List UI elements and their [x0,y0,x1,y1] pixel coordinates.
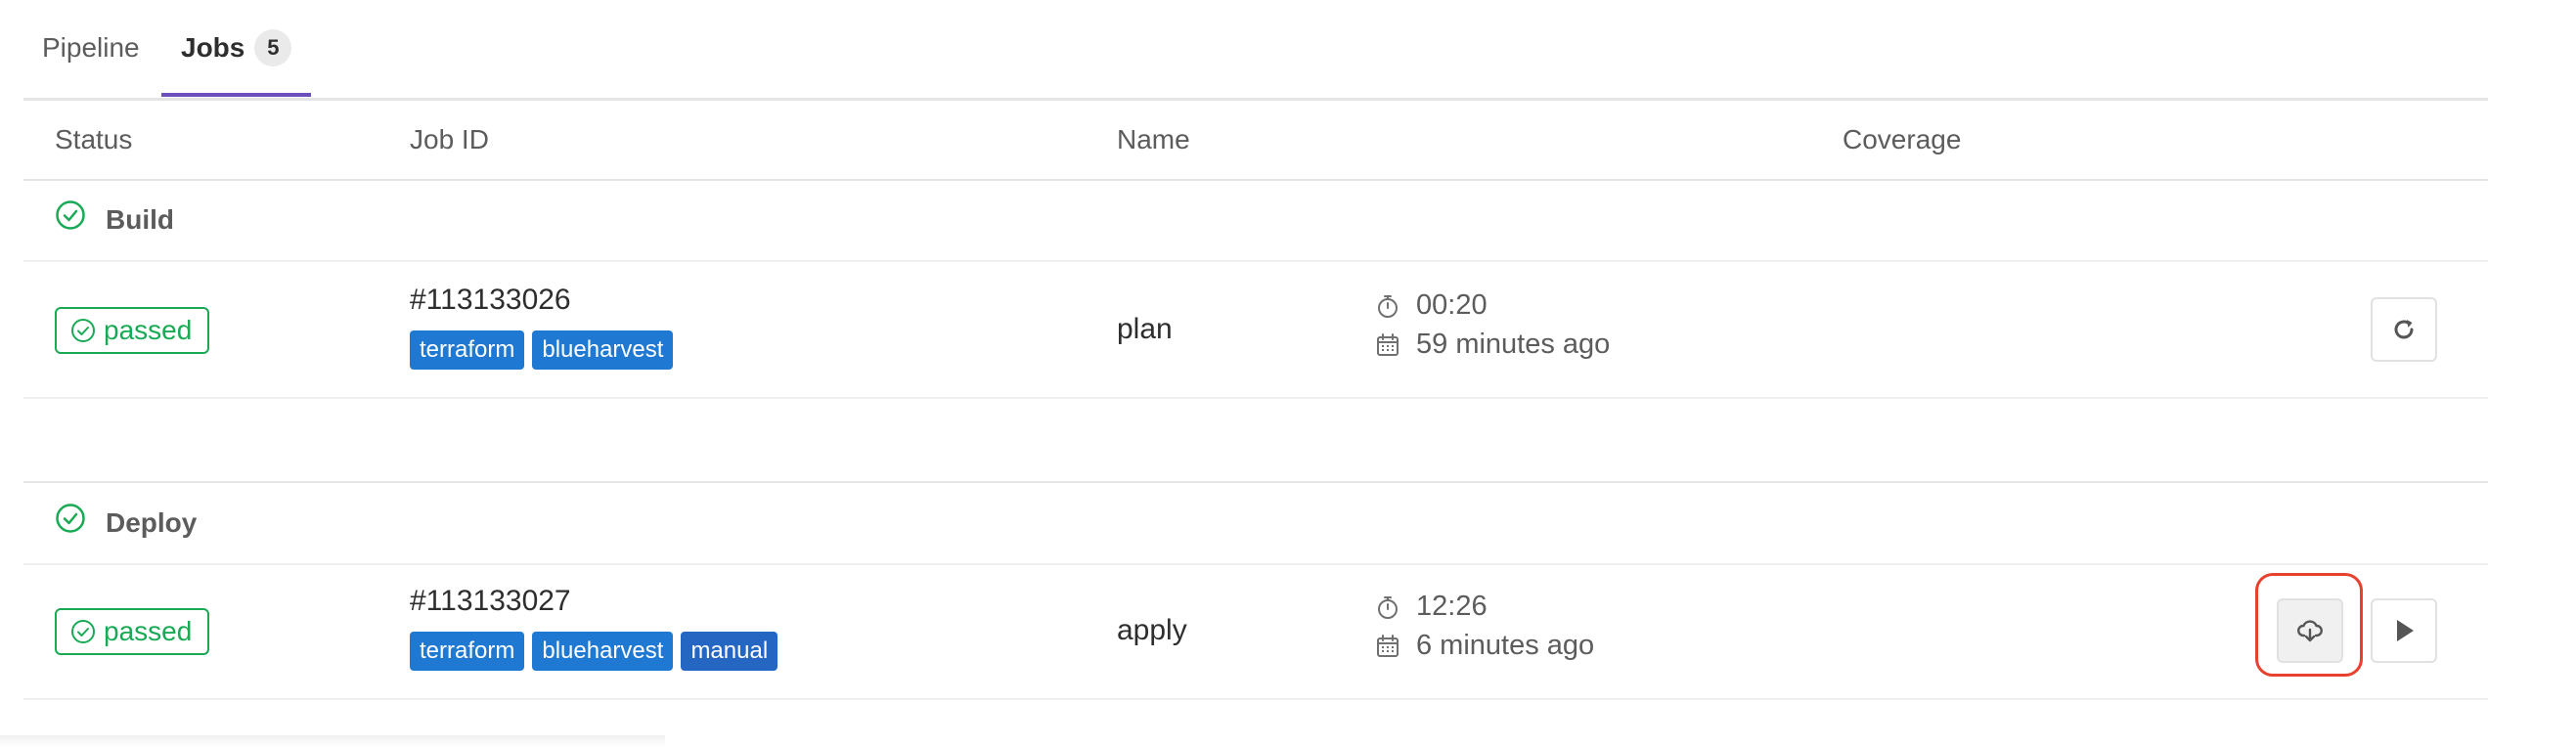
table-row: passed #113133026 terraform blueharvest … [23,262,2488,399]
jobs-count-badge: 5 [254,29,292,66]
timer-icon [1378,595,1398,619]
job-tag: blueharvest [532,330,674,370]
job-id-link[interactable]: #113133027 [410,585,571,618]
check-circle-icon [71,620,95,643]
status-label: passed [104,315,193,345]
pipeline-jobs-page: Pipeline Jobs 5 Status Job ID Name Cover… [0,0,2576,747]
pipeline-tabs: Pipeline Jobs 5 [23,0,2488,101]
stage-name: Build [106,204,174,235]
status-badge[interactable]: passed [55,608,210,655]
job-tag: blueharvest [532,632,674,671]
calendar-icon [1377,634,1399,657]
job-tag-manual: manual [681,632,778,671]
stage-name: Deploy [106,507,198,538]
calendar-icon [1377,332,1399,356]
header-coverage: Coverage [1843,124,1962,154]
header-name: Name [1117,124,1190,154]
stage-success-icon [56,504,85,533]
table-row: passed #113133027 terraform blueharvest … [23,563,2488,700]
job-finished: 59 minutes ago [1375,329,1610,361]
job-name: apply [1117,614,1187,646]
job-tags: terraform blueharvest manual [410,632,778,671]
job-tag: terraform [410,330,525,370]
download-artifacts-button[interactable] [2277,598,2343,663]
jobs-table-header: Status Job ID Name Coverage [23,101,2488,181]
bottom-shadow [0,735,665,747]
timer-icon [1378,294,1398,318]
job-tags: terraform blueharvest [410,330,674,370]
retry-button[interactable] [2371,297,2437,362]
stage-header-build: Build [23,180,2488,262]
header-status: Status [55,124,133,154]
tab-pipeline[interactable]: Pipeline [42,0,140,96]
header-job-id: Job ID [410,124,489,154]
duration-value: 00:20 [1416,289,1488,321]
job-name: plan [1117,313,1173,345]
job-tag: terraform [410,632,525,671]
finished-value: 59 minutes ago [1416,329,1611,360]
status-badge[interactable]: passed [55,307,210,354]
tab-jobs[interactable]: Jobs 5 [161,0,312,97]
check-circle-icon [71,319,95,342]
cloud-download-icon [2297,620,2323,642]
play-icon [2397,620,2414,641]
retry-icon [2394,320,2414,339]
finished-value: 6 minutes ago [1416,630,1595,661]
job-id-link[interactable]: #113133026 [410,284,571,317]
tab-pipeline-label: Pipeline [42,32,140,63]
play-button[interactable] [2371,598,2437,663]
duration-value: 12:26 [1416,591,1488,622]
tab-jobs-label: Jobs [181,32,245,63]
stage-header-deploy: Deploy [23,481,2488,565]
job-duration: 12:26 [1375,591,1488,623]
job-duration: 00:20 [1375,289,1488,322]
stage-success-icon [56,200,85,230]
status-label: passed [104,616,193,646]
job-finished: 6 minutes ago [1375,630,1594,662]
